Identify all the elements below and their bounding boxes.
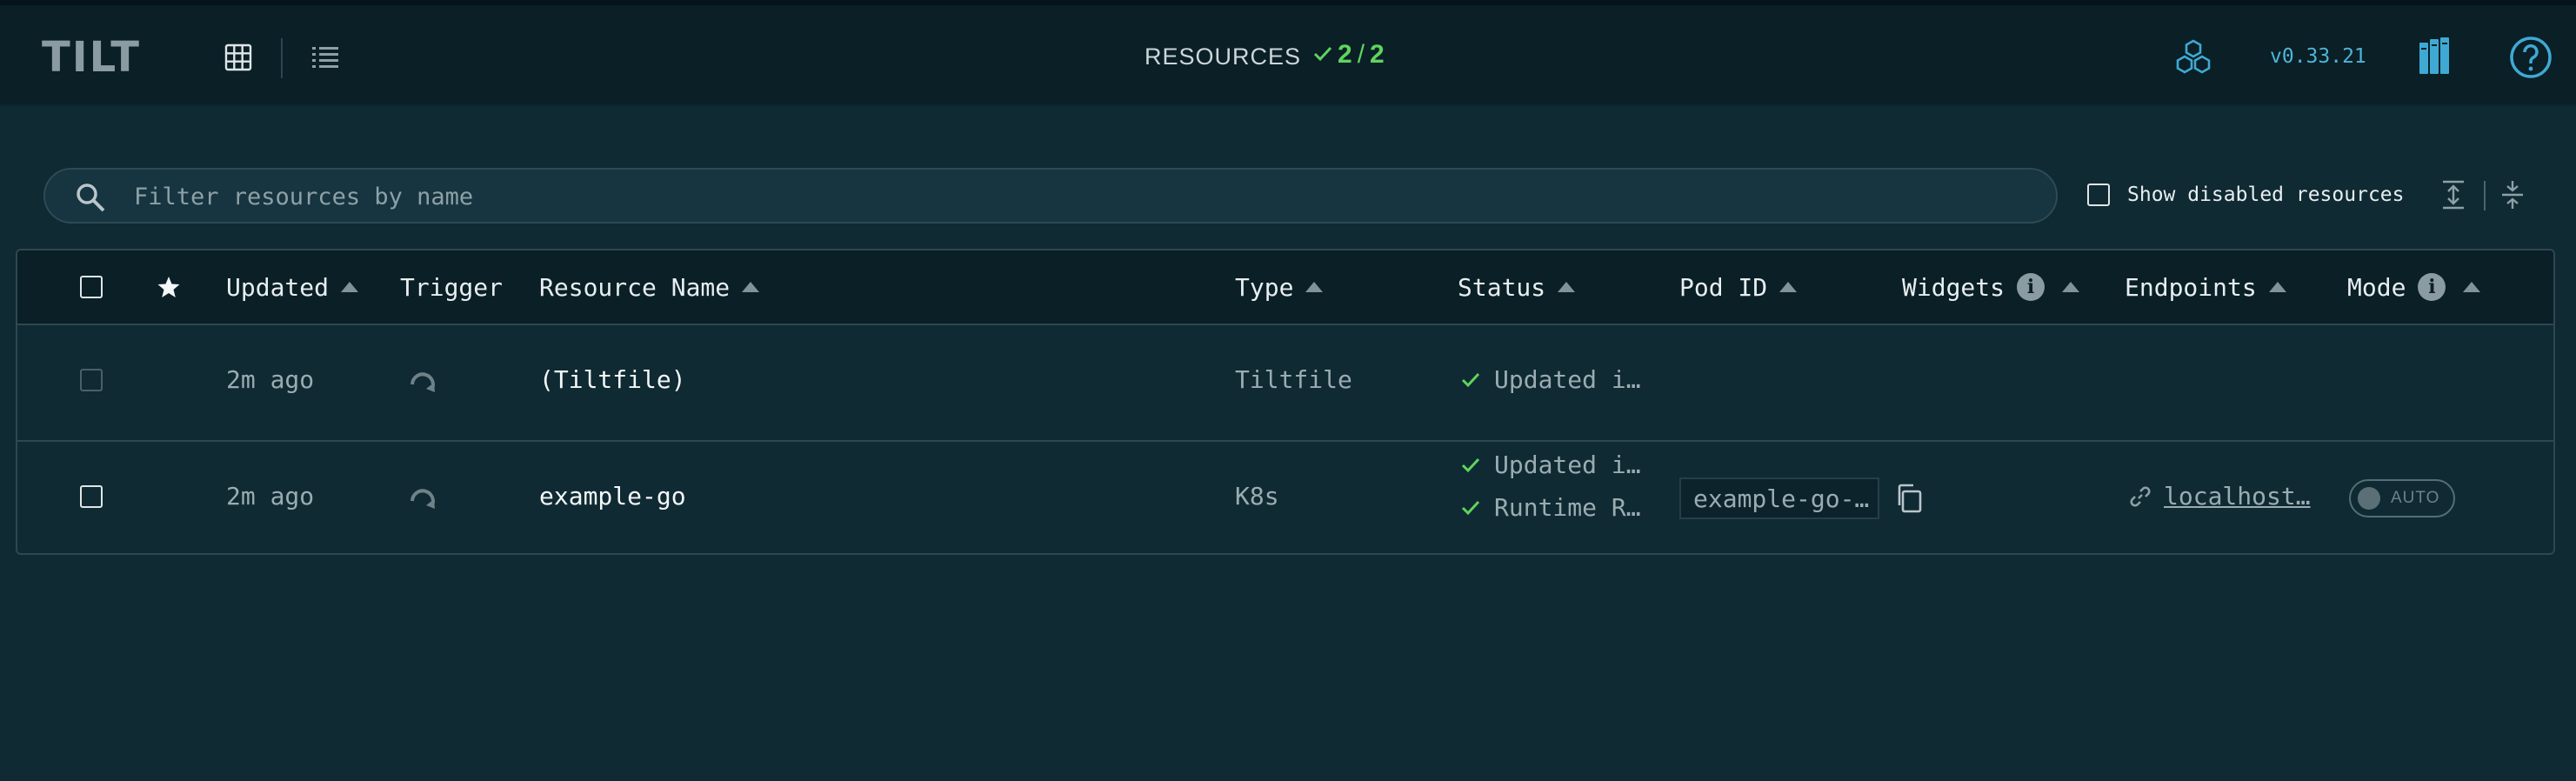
column-type-label: Type <box>1235 272 1294 302</box>
collapse-all-icon[interactable] <box>2499 179 2526 214</box>
sort-arrow-icon <box>1305 282 1324 292</box>
column-type[interactable]: Type <box>1235 250 1324 324</box>
show-disabled-checkbox[interactable] <box>2087 184 2110 206</box>
check-icon <box>1461 372 1480 387</box>
pod-id-text: example-go-… <box>1693 484 1870 513</box>
list-view-icon[interactable] <box>306 38 344 77</box>
column-endpoints[interactable]: Endpoints <box>2125 250 2286 324</box>
table-row: 2m ago example-go K8s Updated i… Runtime… <box>17 442 2553 553</box>
column-resource-name-label: Resource Name <box>539 272 731 302</box>
column-trigger-label: Trigger <box>400 272 504 302</box>
resource-name[interactable]: example-go <box>539 482 686 511</box>
column-mode[interactable]: Mode i <box>2347 250 2481 324</box>
sort-arrow-icon <box>2463 282 2481 292</box>
column-updated[interactable]: Updated <box>226 250 359 324</box>
toggle-knob <box>2358 487 2380 510</box>
status-list[interactable]: Updated i… Runtime R… <box>1461 451 1641 522</box>
table-row: 2m ago (Tiltfile) Tiltfile Updated i… <box>17 324 2553 442</box>
resource-type: K8s <box>1235 482 1279 511</box>
column-updated-label: Updated <box>226 272 330 302</box>
expand-all-icon[interactable] <box>2440 179 2466 214</box>
trigger-update-icon[interactable] <box>405 482 440 517</box>
endpoint-link[interactable]: localhost… <box>2129 482 2311 511</box>
status-list[interactable]: Updated i… <box>1461 365 1641 394</box>
check-icon <box>1461 500 1480 515</box>
resources-count-separator: / <box>1357 40 1365 69</box>
star-header-icon <box>157 250 181 324</box>
status-text: Updated i… <box>1494 451 1641 479</box>
column-widgets[interactable]: Widgets i <box>1902 250 2080 324</box>
column-trigger: Trigger <box>400 250 503 324</box>
sort-arrow-icon <box>1779 282 1798 292</box>
info-icon[interactable]: i <box>2017 273 2045 301</box>
trigger-update-icon[interactable] <box>405 365 440 400</box>
sort-arrow-icon <box>341 282 359 292</box>
column-pod-id-label: Pod ID <box>1679 272 1768 302</box>
column-status[interactable]: Status <box>1458 250 1576 324</box>
status-item: Updated i… <box>1461 451 1641 479</box>
pod-id-value[interactable]: example-go-… <box>1679 477 1879 519</box>
table-view-icon[interactable] <box>219 38 257 77</box>
sort-arrow-icon <box>2062 282 2080 292</box>
mode-auto-toggle[interactable]: AUTO <box>2349 479 2455 517</box>
status-item: Runtime R… <box>1461 493 1641 522</box>
status-text: Updated i… <box>1494 365 1641 394</box>
show-disabled-toggle[interactable]: Show disabled resources <box>2087 184 2405 206</box>
link-icon <box>2130 485 2151 507</box>
column-resource-name[interactable]: Resource Name <box>539 250 760 324</box>
column-mode-label: Mode <box>2347 272 2406 302</box>
resources-total-count: 2 <box>1370 40 1385 69</box>
version-label[interactable]: v0.33.21 <box>2270 45 2366 68</box>
top-navbar: TILT RESOURCES 2 / 2 v0.33.21 <box>0 5 2576 106</box>
row-checkbox <box>80 369 103 391</box>
info-icon[interactable]: i <box>2418 273 2446 301</box>
status-item: Updated i… <box>1461 365 1641 394</box>
tilt-logo[interactable]: TILT <box>42 33 141 82</box>
resources-label: RESOURCES <box>1145 43 1302 70</box>
table-header: Updated Trigger Resource Name Type Statu… <box>17 250 2553 325</box>
docs-book-icon[interactable] <box>2416 35 2454 78</box>
mode-label: AUTO <box>2391 489 2440 507</box>
column-endpoints-label: Endpoints <box>2125 272 2257 302</box>
resource-type: Tiltfile <box>1235 365 1352 394</box>
show-disabled-label: Show disabled resources <box>2127 184 2405 206</box>
sort-arrow-icon <box>742 282 760 292</box>
column-status-label: Status <box>1458 272 1546 302</box>
status-text: Runtime R… <box>1494 493 1641 522</box>
updated-time: 2m ago <box>226 365 315 394</box>
row-checkbox[interactable] <box>80 485 103 508</box>
resources-table: Updated Trigger Resource Name Type Statu… <box>16 249 2555 555</box>
endpoint-url[interactable]: localhost… <box>2164 482 2311 511</box>
resources-status-count[interactable]: 2 / 2 <box>1313 40 1385 70</box>
check-icon <box>1313 40 1332 70</box>
updated-time: 2m ago <box>226 482 315 511</box>
resource-name[interactable]: (Tiltfile) <box>539 365 686 394</box>
filter-resources-field[interactable] <box>43 168 2058 224</box>
cluster-status-icon[interactable] <box>2172 37 2214 78</box>
expand-collapse-divider <box>2484 181 2486 210</box>
check-icon <box>1461 457 1480 472</box>
sort-arrow-icon <box>2268 282 2286 292</box>
column-pod-id[interactable]: Pod ID <box>1679 250 1798 324</box>
column-widgets-label: Widgets <box>1902 272 2005 302</box>
sort-arrow-icon <box>1558 282 1576 292</box>
help-icon[interactable] <box>2508 35 2553 80</box>
filter-resources-input[interactable] <box>132 170 2032 224</box>
search-icon <box>75 182 106 217</box>
select-all-checkbox[interactable] <box>80 250 103 324</box>
resources-ok-count: 2 <box>1338 40 1352 69</box>
copy-pod-id-icon[interactable] <box>1894 483 1924 514</box>
view-switch-divider <box>281 38 283 78</box>
